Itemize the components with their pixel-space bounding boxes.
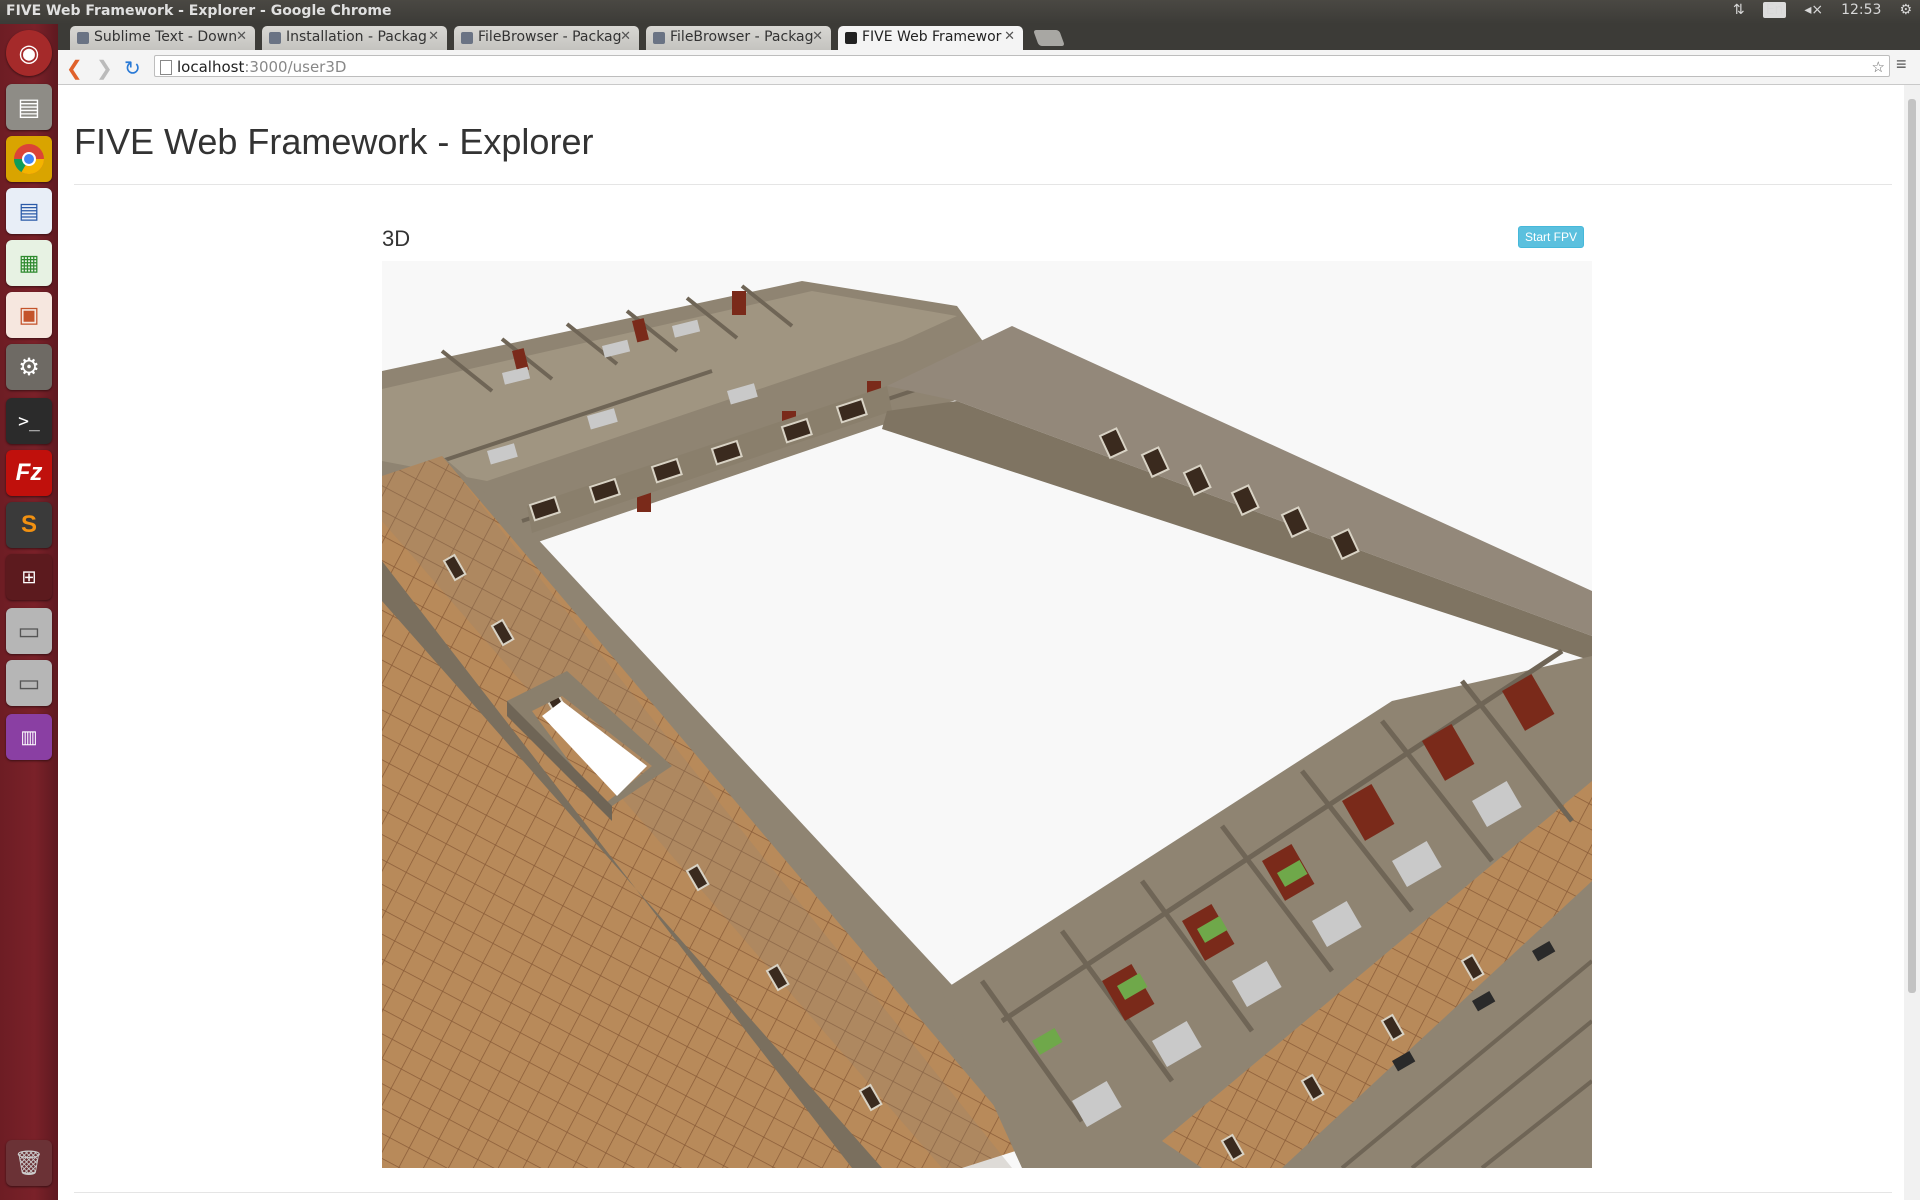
impress-icon[interactable]: ▣ xyxy=(6,292,52,338)
scrollbar-thumb[interactable] xyxy=(1908,99,1916,993)
sublime-icon[interactable]: S xyxy=(6,502,52,548)
favicon-icon xyxy=(77,32,89,44)
clock[interactable]: 12:53 xyxy=(1841,2,1881,18)
page-title: FIVE Web Framework - Explorer xyxy=(74,121,594,162)
tab[interactable]: FileBrowser - Packag ✕ xyxy=(646,26,831,50)
reload-icon[interactable]: ↻ xyxy=(124,56,141,81)
back-icon[interactable]: ❮ xyxy=(66,56,83,81)
ubuntu-dash-icon[interactable]: ◉ xyxy=(6,30,52,76)
building-3d-model xyxy=(382,281,1594,1170)
close-icon[interactable]: ✕ xyxy=(812,29,823,44)
files-icon[interactable]: ▤ xyxy=(6,84,52,130)
window-title: FIVE Web Framework - Explorer - Google C… xyxy=(6,3,392,19)
url-host: localhost xyxy=(177,58,245,76)
filezilla-icon[interactable]: Fz xyxy=(6,450,52,496)
tab-label: Installation - Packag xyxy=(286,29,427,45)
terminal-icon[interactable]: >_ xyxy=(6,398,52,444)
launcher: ◉ ▤ ▤ ▦ ▣ ⚙ >_ Fz S ⊞ ▭ ▭ ▥ 🗑 xyxy=(0,24,59,1200)
trash-icon[interactable]: 🗑 xyxy=(6,1140,52,1186)
app-icon[interactable]: ▥ xyxy=(6,714,52,760)
keyboard-layout[interactable]: En xyxy=(1762,2,1787,18)
favicon-icon xyxy=(845,32,857,44)
tab-strip: Sublime Text - Down ✕ Installation - Pac… xyxy=(58,24,1920,50)
close-icon[interactable]: ✕ xyxy=(428,29,439,44)
tab-label: FileBrowser - Packag xyxy=(478,29,622,45)
tab-label: FIVE Web Framewor xyxy=(862,29,1002,45)
menu-icon[interactable]: ≡ xyxy=(1896,54,1907,75)
forward-icon[interactable]: ❯ xyxy=(96,56,113,81)
page-icon xyxy=(160,60,172,75)
chrome-icon[interactable] xyxy=(6,136,52,182)
favicon-icon xyxy=(269,32,281,44)
3d-viewer-canvas[interactable] xyxy=(382,261,1594,1170)
drive-icon[interactable]: ▭ xyxy=(6,608,52,654)
tab-label: Sublime Text - Down xyxy=(94,29,238,45)
bookmark-star-icon[interactable]: ☆ xyxy=(1872,56,1885,78)
url-path: :3000/user3D xyxy=(244,58,347,76)
new-tab-button[interactable] xyxy=(1033,30,1065,46)
start-fpv-button[interactable]: Start FPV xyxy=(1518,226,1585,248)
settings-icon[interactable]: ⚙ xyxy=(6,344,52,390)
divider xyxy=(74,1192,1892,1193)
close-icon[interactable]: ✕ xyxy=(236,29,247,44)
top-panel: FIVE Web Framework - Explorer - Google C… xyxy=(0,0,1920,24)
workspaces-icon[interactable]: ⊞ xyxy=(6,554,52,600)
system-tray: ⇅ En ◂× 12:53 ⚙ xyxy=(1733,2,1912,18)
network-icon[interactable]: ⇅ xyxy=(1733,2,1745,18)
address-bar[interactable]: localhost:3000/user3D ☆ xyxy=(154,55,1890,77)
writer-icon[interactable]: ▤ xyxy=(6,188,52,234)
close-icon[interactable]: ✕ xyxy=(620,29,631,44)
favicon-icon xyxy=(461,32,473,44)
scrollbar[interactable] xyxy=(1904,85,1920,1200)
east-corridor-top xyxy=(887,326,1592,636)
divider xyxy=(74,184,1892,185)
calc-icon[interactable]: ▦ xyxy=(6,240,52,286)
tab[interactable]: Sublime Text - Down ✕ xyxy=(70,26,255,50)
favicon-icon xyxy=(653,32,665,44)
gear-icon[interactable]: ⚙ xyxy=(1899,2,1912,18)
drive-icon[interactable]: ▭ xyxy=(6,660,52,706)
section-title: 3D xyxy=(382,226,411,251)
tab-label: FileBrowser - Packag xyxy=(670,29,814,45)
volume-icon[interactable]: ◂× xyxy=(1804,2,1823,18)
tab-active[interactable]: FIVE Web Framewor ✕ xyxy=(838,26,1023,50)
page-viewport: FIVE Web Framework - Explorer 3D Start F… xyxy=(58,85,1904,1200)
tab[interactable]: FileBrowser - Packag ✕ xyxy=(454,26,639,50)
tab[interactable]: Installation - Packag ✕ xyxy=(262,26,447,50)
close-icon[interactable]: ✕ xyxy=(1004,29,1015,44)
browser-toolbar: ❮ ❯ ↻ localhost:3000/user3D ☆ ≡ xyxy=(58,50,1920,85)
